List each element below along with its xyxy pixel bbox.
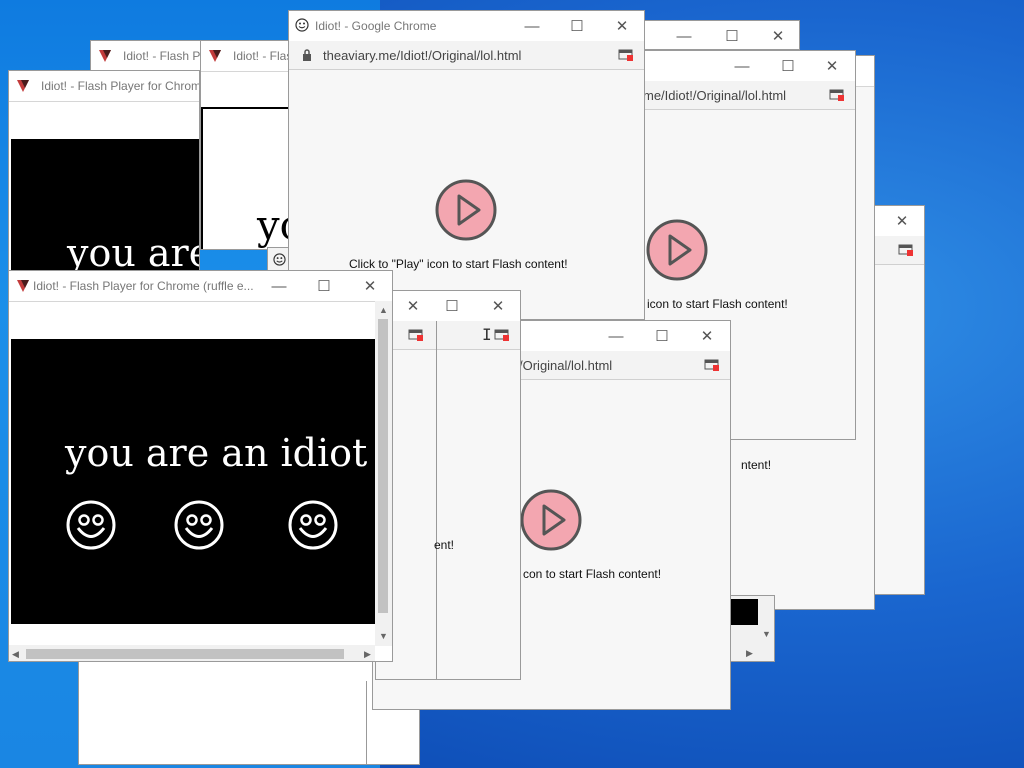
smiley-favicon-icon xyxy=(295,18,309,32)
maximize-button[interactable]: ☐ xyxy=(709,21,755,49)
title-bar[interactable]: — ☐ ✕ xyxy=(641,21,799,49)
minimize-button[interactable]: — xyxy=(593,321,639,351)
flash-content-black[interactable]: you are an idiot xyxy=(11,339,376,624)
text-cursor-icon: I xyxy=(482,325,492,344)
flash-ruffle-icon xyxy=(99,50,111,62)
browser-window-status-strip[interactable] xyxy=(267,247,289,272)
idiot-text-partial: you are xyxy=(67,231,200,275)
flash-blocked-icon[interactable] xyxy=(704,358,720,372)
smiley-favicon-icon xyxy=(273,253,286,266)
play-icon[interactable] xyxy=(435,179,497,241)
window-divider xyxy=(366,681,367,764)
flash-content-black xyxy=(731,599,758,625)
flash-blocked-icon[interactable] xyxy=(829,88,845,102)
maximize-button[interactable]: ☐ xyxy=(301,271,347,301)
window-title: Idiot! - Google Chrome xyxy=(315,19,437,33)
address-bar[interactable]: theaviary.me/Idiot!/Original/lol.html xyxy=(289,41,644,70)
flash-blocked-icon[interactable] xyxy=(494,328,510,342)
close-button[interactable]: ✕ xyxy=(684,321,730,351)
minimize-button[interactable]: — xyxy=(509,11,555,41)
close-button[interactable]: ✕ xyxy=(755,21,799,49)
window-divider xyxy=(436,321,437,679)
close-button[interactable]: ✕ xyxy=(599,11,644,41)
minimize-button[interactable]: — xyxy=(661,21,707,49)
play-icon[interactable] xyxy=(520,489,582,551)
flash-content-black: you are xyxy=(11,139,200,279)
flash-ruffle-icon xyxy=(17,280,29,292)
horizontal-scrollbar[interactable]: ◀ ▶ xyxy=(9,645,375,661)
url-text[interactable]: theaviary.me/Idiot!/Original/lol.html xyxy=(323,48,521,63)
scroll-right-arrow[interactable]: ▶ xyxy=(746,648,753,659)
scroll-right-arrow[interactable]: ▶ xyxy=(364,649,371,660)
title-bar[interactable]: Idiot! - Google Chrome — ☐ ✕ xyxy=(289,11,644,42)
smiley-face-icon xyxy=(66,500,116,550)
url-text[interactable]: me/Idiot!/Original/lol.html xyxy=(643,88,786,103)
title-bar[interactable]: — ☐ ✕ xyxy=(641,51,855,82)
flash-blocked-icon[interactable] xyxy=(408,328,424,342)
scroll-down-arrow[interactable]: ▼ xyxy=(762,629,771,639)
window-title: Idiot! - Flash Pla xyxy=(123,49,210,63)
flash-message: Click to "Play" icon to start Flash cont… xyxy=(349,257,568,271)
maximize-button[interactable]: ☐ xyxy=(429,291,475,321)
play-icon[interactable] xyxy=(646,219,708,281)
address-bar[interactable]: me/Idiot!/Original/lol.html xyxy=(641,81,855,110)
flash-window-scroll-remnant[interactable]: ▼ ▶ xyxy=(730,595,775,662)
close-button[interactable]: ✕ xyxy=(809,51,855,81)
flash-message: con to start Flash content! xyxy=(523,567,662,581)
address-bar[interactable]: I xyxy=(376,321,520,350)
url-text[interactable]: /Original/lol.html xyxy=(519,358,612,373)
flash-window-front[interactable]: Idiot! - Flash Player for Chrome (ruffle… xyxy=(8,270,393,662)
title-bar[interactable]: ✕ ☐ ✕ xyxy=(376,291,520,322)
vertical-scroll-thumb[interactable] xyxy=(378,319,388,613)
flash-window-behind-c[interactable]: Idiot! - Flash Player for Chrome you are xyxy=(8,70,200,280)
flash-ruffle-icon xyxy=(209,50,221,62)
scroll-left-arrow[interactable]: ◀ xyxy=(12,649,19,660)
close-button[interactable]: ✕ xyxy=(347,271,392,301)
browser-window-back-right[interactable]: — ☐ ✕ xyxy=(640,20,800,50)
lock-icon[interactable] xyxy=(301,49,313,61)
title-bar[interactable]: Idiot! - Flash Player for Chrome (ruffle… xyxy=(9,271,392,302)
maximize-button[interactable]: ☐ xyxy=(765,51,811,81)
flash-blocked-icon[interactable] xyxy=(618,48,634,62)
flash-message-fragment: ent! xyxy=(434,538,455,552)
close-button[interactable]: ✕ xyxy=(879,206,924,236)
smiley-face-icon xyxy=(174,500,224,550)
flash-message-fragment: ntent! xyxy=(741,458,772,472)
flash-content-frame: yo xyxy=(201,107,299,249)
flash-window-behind-b[interactable]: Idiot! - Flash yo xyxy=(200,40,300,250)
browser-window-middle[interactable]: ✕ ☐ ✕ I ent! xyxy=(375,290,521,680)
horizontal-scroll-thumb[interactable] xyxy=(26,649,344,659)
vertical-scrollbar[interactable]: ▲ ▼ xyxy=(375,301,392,646)
flash-message: icon to start Flash content! xyxy=(647,297,788,311)
window-title: Idiot! - Flash Player for Chrome (ruffle… xyxy=(33,279,254,293)
title-bar[interactable]: Idiot! - Flash xyxy=(201,41,299,72)
minimize-button[interactable]: — xyxy=(719,51,765,81)
maximize-button[interactable]: ☐ xyxy=(639,321,685,351)
window-title: Idiot! - Flash Player for Chrome xyxy=(41,79,200,93)
close-button[interactable]: ✕ xyxy=(475,291,520,321)
flash-blocked-icon[interactable] xyxy=(898,243,914,257)
title-bar[interactable]: Idiot! - Flash Player for Chrome xyxy=(9,71,199,102)
flash-ruffle-icon xyxy=(17,80,29,92)
idiot-text: you are an idiot xyxy=(65,431,368,475)
minimize-button[interactable]: — xyxy=(256,271,302,301)
scroll-up-arrow[interactable]: ▲ xyxy=(379,305,388,315)
maximize-button[interactable]: ☐ xyxy=(554,11,600,41)
scroll-down-arrow[interactable]: ▼ xyxy=(379,631,388,641)
smiley-face-icon xyxy=(288,500,338,550)
